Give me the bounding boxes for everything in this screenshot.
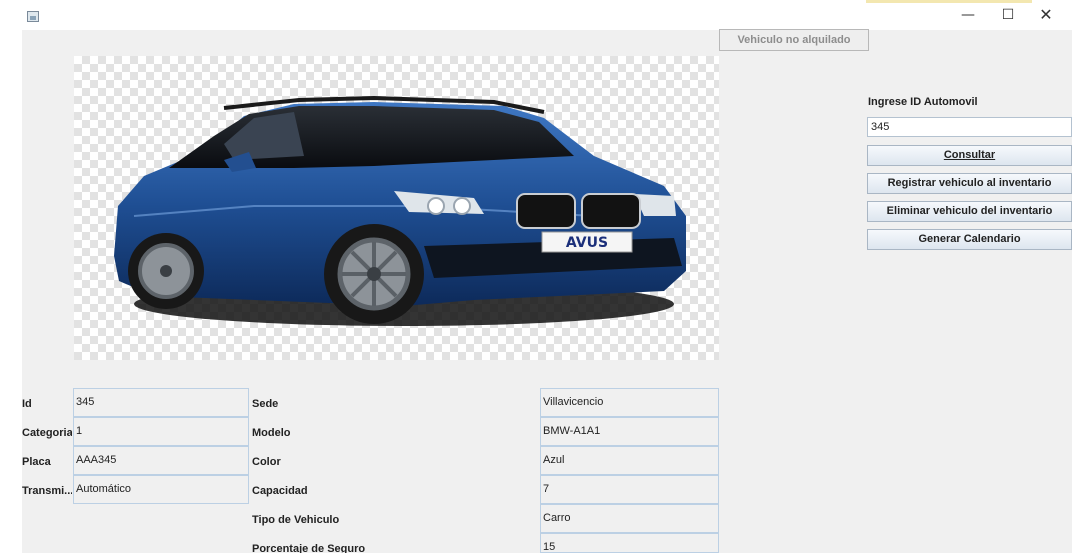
label-id: Id: [22, 398, 32, 410]
rental-status-button[interactable]: Vehiculo no alquilado: [719, 29, 869, 51]
label-porcentaje-seguro: Porcentaje de Seguro: [252, 543, 366, 553]
plate-text: AVUS: [566, 235, 608, 251]
label-sede: Sede: [252, 398, 279, 410]
field-capacidad[interactable]: 7: [540, 475, 719, 504]
field-porcentaje-seguro[interactable]: 15: [540, 533, 719, 553]
field-categoria[interactable]: 1: [73, 417, 249, 446]
generar-calendario-button[interactable]: Generar Calendario: [867, 229, 1072, 250]
minimize-button[interactable]: —: [950, 0, 986, 30]
id-input[interactable]: [867, 117, 1072, 137]
label-modelo: Modelo: [252, 427, 291, 439]
label-capacidad: Capacidad: [252, 485, 308, 497]
field-transmision[interactable]: Automático: [73, 475, 249, 504]
label-transmision: Transmi...: [22, 485, 72, 497]
maximize-button[interactable]: ☐: [990, 0, 1026, 30]
id-label: Ingrese ID Automovil: [868, 96, 978, 108]
label-placa: Placa: [22, 456, 51, 468]
java-app-icon: [27, 11, 39, 22]
field-sede[interactable]: Villavicencio: [540, 388, 719, 417]
label-tipo-vehiculo: Tipo de Vehiculo: [252, 514, 340, 526]
label-categoria: Categoria: [22, 427, 72, 439]
car-image: AVUS: [114, 95, 686, 326]
car-image-panel: AVUS: [74, 56, 719, 360]
registrar-vehiculo-button[interactable]: Registrar vehiculo al inventario: [867, 173, 1072, 194]
field-color[interactable]: Azul: [540, 446, 719, 475]
field-id[interactable]: 345: [73, 388, 249, 417]
close-button[interactable]: ✕: [1028, 0, 1064, 30]
title-bar: — ☐ ✕: [0, 0, 1072, 30]
field-placa[interactable]: AAA345: [73, 446, 249, 475]
consultar-label: Consultar: [943, 149, 996, 161]
field-tipo-vehiculo[interactable]: Carro: [540, 504, 719, 533]
field-modelo[interactable]: BMW-A1A1: [540, 417, 719, 446]
label-color: Color: [252, 456, 281, 468]
consultar-button[interactable]: Consultar: [867, 145, 1072, 166]
eliminar-vehiculo-button[interactable]: Eliminar vehiculo del inventario: [867, 201, 1072, 222]
